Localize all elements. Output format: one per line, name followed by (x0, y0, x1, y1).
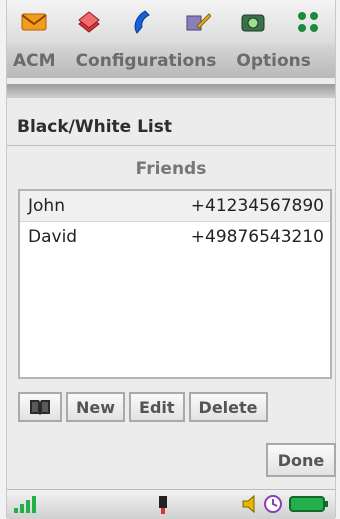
delete-button[interactable]: Delete (188, 392, 268, 422)
signal-strength-icon (14, 496, 36, 513)
new-button[interactable]: New (66, 392, 126, 422)
page-title: Black/White List (17, 117, 173, 137)
battery-icon (289, 496, 328, 512)
contact-number: +49876543210 (190, 227, 324, 247)
phone-handset-icon[interactable] (130, 8, 158, 36)
action-buttons: New Edit Delete (18, 392, 268, 422)
app-launcher-bar (7, 0, 335, 44)
phonebook-button[interactable] (18, 392, 62, 422)
status-bar (7, 489, 335, 519)
mail-icon[interactable] (20, 8, 48, 36)
pen-note-icon[interactable] (184, 8, 212, 36)
clock-icon[interactable] (263, 494, 283, 514)
done-button[interactable]: Done (266, 443, 336, 477)
list-item[interactable]: David +49876543210 (20, 222, 330, 252)
menu-item-options[interactable]: Options (236, 51, 310, 71)
contact-number: +41234567890 (190, 196, 324, 216)
tab-strip (7, 84, 335, 98)
volume-icon[interactable] (241, 494, 259, 514)
list-item[interactable]: John +41234567890 (20, 191, 330, 222)
menu-bar: ACM Configurations Options (7, 44, 335, 78)
list-subtitle: Friends (135, 159, 207, 179)
usb-plug-icon (159, 496, 167, 514)
title-divider (7, 145, 335, 146)
phonebook-icon (30, 400, 50, 415)
contact-name: John (28, 196, 65, 216)
apps-grid-icon[interactable] (294, 8, 322, 36)
phone-screen: ACM Configurations Options Black/White L… (6, 0, 336, 519)
menu-item-configurations[interactable]: Configurations (76, 51, 217, 71)
menu-item-acm[interactable]: ACM (13, 51, 56, 71)
camera-icon[interactable] (239, 8, 267, 36)
contact-list[interactable]: John +41234567890 David +49876543210 (18, 189, 332, 379)
edit-button[interactable]: Edit (129, 392, 185, 422)
contacts-book-icon[interactable] (75, 8, 103, 36)
contact-name: David (28, 227, 78, 247)
